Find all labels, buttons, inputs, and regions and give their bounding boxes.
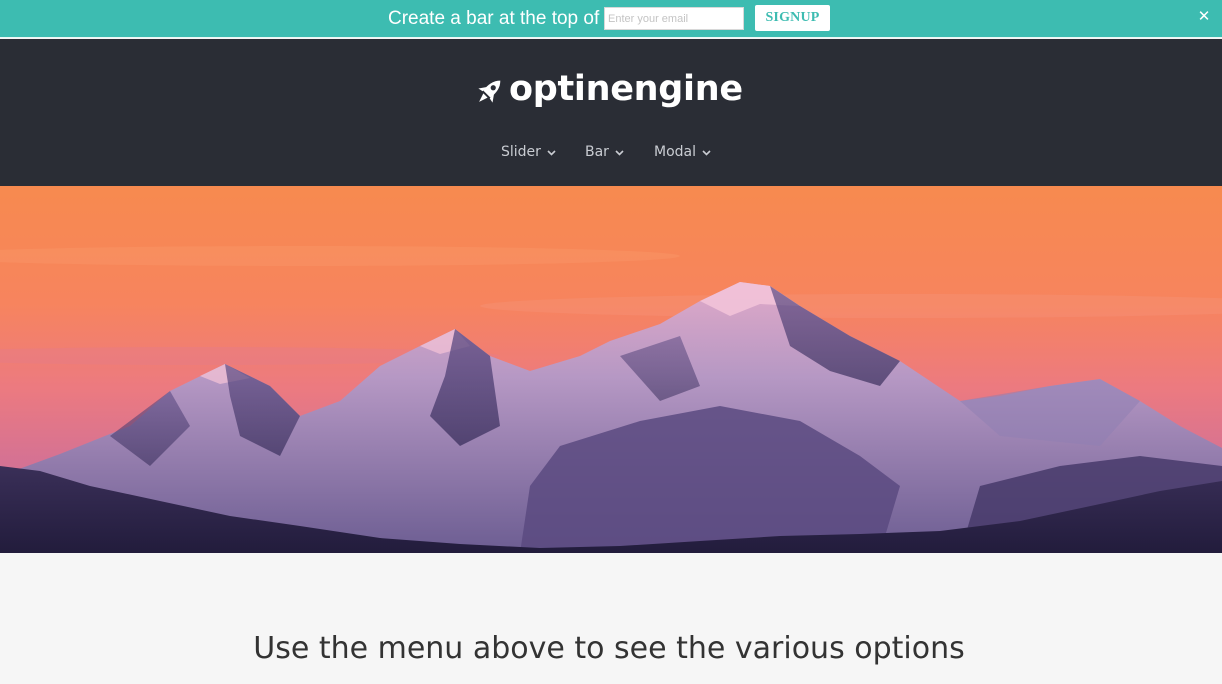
nav-item-slider[interactable]: Slider xyxy=(501,141,556,163)
mountain-sunset-image xyxy=(0,186,1222,553)
close-icon[interactable]: ✕ xyxy=(1196,6,1212,26)
nav-item-label: Slider xyxy=(501,144,541,160)
site-logo[interactable]: optinengine xyxy=(472,67,743,111)
page-headline: Use the menu above to see the various op… xyxy=(253,631,965,666)
site-header: optinengine Slider Bar Modal xyxy=(0,39,1222,186)
nav-item-bar[interactable]: Bar xyxy=(585,141,624,163)
hero-image xyxy=(0,186,1222,553)
main-nav: Slider Bar Modal xyxy=(0,141,1222,163)
chevron-down-icon xyxy=(615,150,624,156)
logo-wordmark: optinengine xyxy=(509,69,743,109)
optin-bar: Create a bar at the top of SIGNUP ✕ xyxy=(0,0,1222,38)
nav-item-modal[interactable]: Modal xyxy=(654,141,711,163)
chevron-down-icon xyxy=(547,150,556,156)
optin-bar-message: Create a bar at the top of xyxy=(388,8,600,29)
nav-item-label: Bar xyxy=(585,144,609,160)
nav-item-label: Modal xyxy=(654,144,696,160)
email-input[interactable] xyxy=(604,7,744,30)
main-content: Use the menu above to see the various op… xyxy=(0,553,1222,684)
rocket-icon xyxy=(478,80,501,103)
signup-button[interactable]: SIGNUP xyxy=(755,5,830,31)
chevron-down-icon xyxy=(702,150,711,156)
